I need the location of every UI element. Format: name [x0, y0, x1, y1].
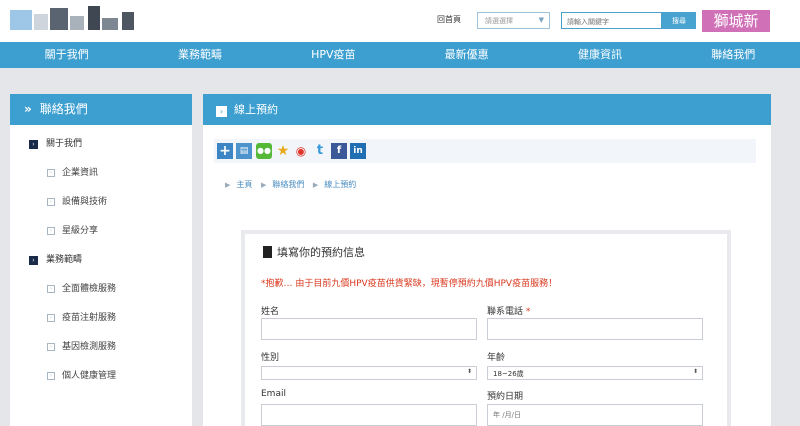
- chevron-right-icon: ›: [47, 285, 55, 293]
- breadcrumb-home[interactable]: 主頁: [236, 180, 252, 189]
- form-title-text: 填寫你的預約信息: [277, 246, 365, 259]
- name-field[interactable]: [261, 318, 477, 340]
- notice-text: *抱歉… 由于目前九價HPV疫苗供貨緊缺，現暫停預約九價HPV疫苗服務！: [261, 279, 558, 289]
- sidebar-item-company-info[interactable]: › 企業資訊: [10, 165, 192, 194]
- search-button[interactable]: 搜尋: [662, 12, 696, 29]
- nav-item-offers[interactable]: 最新優惠: [400, 42, 533, 68]
- sidebar-item-health-management[interactable]: › 個人健康管理: [10, 368, 192, 397]
- main-nav: 關于我們 業務範疇 HPV疫苗 最新優惠 健康資訊 聯絡我們: [0, 42, 800, 68]
- nav-item-contact[interactable]: 聯絡我們: [667, 42, 800, 68]
- sidebar-item-checkup[interactable]: › 全面體檢服務: [10, 281, 192, 310]
- triangle-right-icon: ▶: [225, 181, 231, 189]
- linkedin-icon[interactable]: in: [350, 143, 366, 159]
- triangle-right-icon: ▶: [260, 181, 267, 189]
- top-header: 回首頁 請選選擇 ▼ 搜尋 獅城新: [0, 0, 800, 42]
- email-label: Email: [261, 389, 286, 399]
- sidebar: » 聯絡我們 › 關于我們 › 企業資訊 › 設備與技術 › 星級分享 › 業務範…: [10, 94, 192, 426]
- plus-share-icon[interactable]: +: [217, 143, 233, 159]
- sidebar-item-vaccination[interactable]: › 疫苗注射服務: [10, 310, 192, 339]
- sidebar-item-label: 個人健康管理: [62, 371, 117, 381]
- chevron-right-icon: ›: [216, 106, 227, 117]
- sidebar-header: » 聯絡我們: [10, 94, 192, 125]
- brand-watermark: 獅城新: [702, 10, 770, 32]
- sidebar-item-label: 全面體檢服務: [62, 284, 117, 294]
- gender-label: 性別: [261, 353, 280, 363]
- print-icon[interactable]: ▤: [236, 143, 252, 159]
- chevron-right-icon: ›: [29, 140, 38, 149]
- sidebar-item-label: 基因檢測服務: [62, 342, 117, 352]
- panel-header: › 線上預約: [203, 94, 771, 125]
- sidebar-item-label: 設備與技術: [62, 197, 108, 207]
- sidebar-item-equipment[interactable]: › 設備與技術: [10, 194, 192, 223]
- breadcrumb-contact[interactable]: 聯絡我們: [272, 180, 304, 189]
- sidebar-title: 聯絡我們: [39, 102, 88, 116]
- chevron-right-icon: ›: [47, 372, 55, 380]
- name-label: 姓名: [261, 307, 280, 317]
- date-label: 預約日期: [487, 392, 524, 402]
- gender-select[interactable]: ⬍: [261, 366, 477, 380]
- required-marker: *: [525, 307, 531, 317]
- chevron-right-icon: ›: [47, 198, 55, 206]
- sidebar-item-label: 企業資訊: [62, 168, 99, 178]
- nav-item-about[interactable]: 關于我們: [0, 42, 133, 68]
- panel-title: 線上預約: [234, 103, 278, 116]
- sidebar-item-label: 星級分享: [62, 226, 99, 236]
- facebook-icon[interactable]: f: [331, 143, 347, 159]
- phone-field[interactable]: [487, 318, 703, 340]
- nav-item-hpv-vaccine[interactable]: HPV疫苗: [267, 42, 400, 68]
- sidebar-item-label: 疫苗注射服務: [62, 313, 117, 323]
- chevron-right-icon: ›: [29, 256, 38, 265]
- form-title: 填寫你的預約信息: [263, 244, 365, 260]
- phone-label-text: 聯系電話: [487, 307, 524, 317]
- booking-form: 填寫你的預約信息 *抱歉… 由于目前九價HPV疫苗供貨緊缺，現暫停預約九價HPV…: [241, 230, 731, 426]
- sidebar-item-gene-test[interactable]: › 基因檢測服務: [10, 339, 192, 368]
- email-field[interactable]: [261, 404, 477, 426]
- sidebar-category-about[interactable]: › 關于我們: [10, 136, 192, 165]
- nav-item-services[interactable]: 業務範疇: [133, 42, 266, 68]
- tencent-weibo-icon[interactable]: t: [312, 143, 328, 159]
- nav-item-health-info[interactable]: 健康資訊: [533, 42, 666, 68]
- phone-label: 聯系電話 *: [487, 304, 530, 317]
- breadcrumb-current: 線上預約: [324, 180, 357, 189]
- sidebar-category-label: 業務範疇: [46, 255, 83, 265]
- weibo-icon[interactable]: ◉: [293, 143, 309, 159]
- triangle-right-icon: ▶: [312, 181, 319, 189]
- up-down-arrows-icon: ⬍: [466, 368, 472, 375]
- search-input[interactable]: [561, 12, 662, 29]
- sidebar-category-label: 關于我們: [46, 139, 83, 149]
- up-down-arrows-icon: ⬍: [692, 368, 698, 375]
- content-panel: › 線上預約 + ▤ ●● ★ ◉ t f in ▶ 主頁 ▶ 聯絡我們 ▶ 線上預約 …: [203, 94, 771, 426]
- region-select[interactable]: 請選選擇 ▼: [477, 12, 550, 29]
- sidebar-item-star-sharing[interactable]: › 星級分享: [10, 223, 192, 252]
- share-toolbar: + ▤ ●● ★ ◉ t f in: [214, 139, 756, 163]
- region-select-value: 請選選擇: [485, 17, 513, 25]
- age-label: 年齡: [487, 353, 506, 363]
- date-field[interactable]: [487, 404, 703, 426]
- wechat-icon[interactable]: ●●: [256, 143, 272, 159]
- chevron-right-icon: ›: [47, 343, 55, 351]
- breadcrumb: ▶ 主頁 ▶ 聯絡我們 ▶ 線上預約: [225, 179, 362, 190]
- age-select-value: 18~26歲: [493, 370, 524, 378]
- book-icon: [263, 246, 272, 258]
- home-link[interactable]: 回首頁: [437, 14, 461, 25]
- chevron-right-icon: ›: [47, 227, 55, 235]
- double-chevron-right-icon: »: [24, 102, 32, 116]
- chevron-right-icon: ›: [47, 169, 55, 177]
- sidebar-category-services[interactable]: › 業務範疇: [10, 252, 192, 281]
- favorite-star-icon[interactable]: ★: [275, 143, 291, 159]
- chevron-right-icon: ›: [47, 314, 55, 322]
- site-logo[interactable]: [10, 4, 140, 36]
- age-select[interactable]: 18~26歲 ⬍: [487, 366, 703, 380]
- chevron-down-icon: ▼: [538, 16, 544, 24]
